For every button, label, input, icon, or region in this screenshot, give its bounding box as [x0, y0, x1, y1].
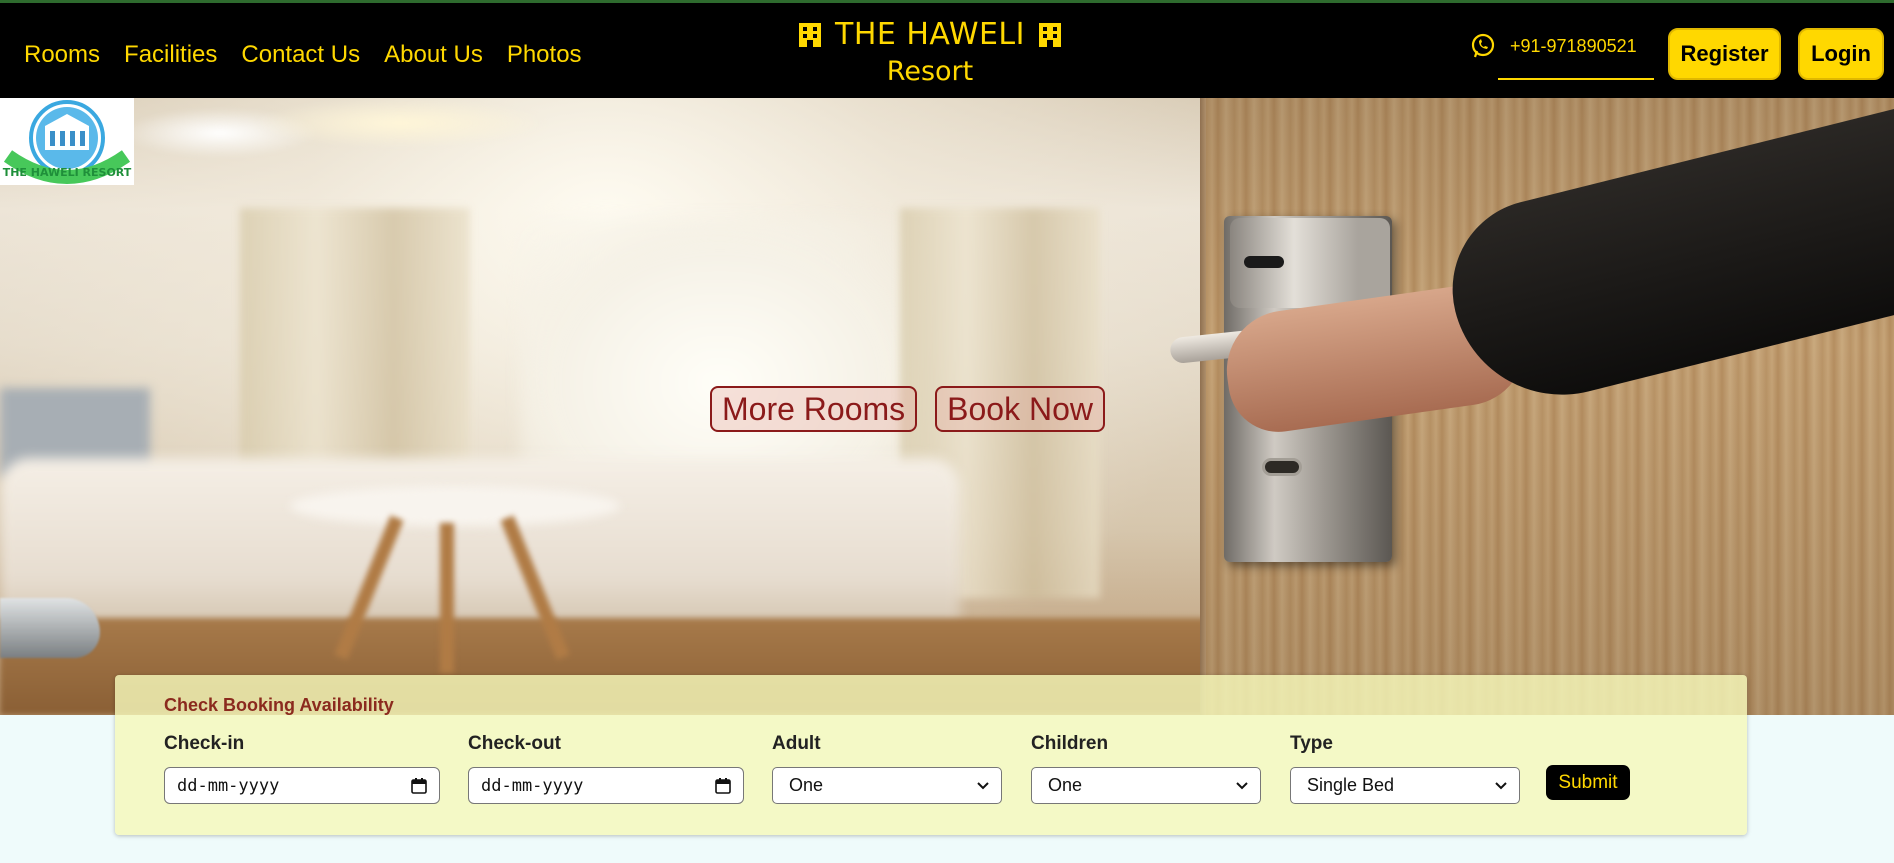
- checkout-field: Check-out dd-mm-yyyy: [468, 733, 744, 804]
- adult-field: Adult One: [772, 733, 1002, 804]
- login-button[interactable]: Login: [1798, 28, 1884, 80]
- phone-contact[interactable]: +91-971890521: [1470, 33, 1637, 59]
- type-field: Type Single Bed: [1290, 733, 1520, 804]
- navbar: Rooms Facilities Contact Us About Us Pho…: [0, 3, 1894, 98]
- nav-contact-us[interactable]: Contact Us: [241, 41, 360, 69]
- calendar-icon[interactable]: [715, 777, 731, 794]
- brand[interactable]: THE HAWELI Resort: [770, 17, 1090, 87]
- more-rooms-button[interactable]: More Rooms: [710, 386, 918, 432]
- children-field: Children One: [1031, 733, 1261, 804]
- resort-logo-image: THE HAWELI RESORT: [3, 100, 132, 184]
- checkin-input[interactable]: dd-mm-yyyy: [164, 767, 440, 804]
- logo-text: THE HAWELI RESORT: [3, 166, 132, 179]
- checkin-field: Check-in dd-mm-yyyy: [164, 733, 440, 804]
- checkin-label: Check-in: [164, 733, 245, 754]
- nav-facilities[interactable]: Facilities: [124, 41, 217, 69]
- phone-underline: [1498, 78, 1654, 80]
- checkout-value: dd-mm-yyyy: [481, 775, 584, 796]
- type-label: Type: [1290, 733, 1333, 754]
- checkin-value: dd-mm-yyyy: [177, 775, 280, 796]
- booking-title: Check Booking Availability: [164, 695, 394, 715]
- children-value: One: [1048, 775, 1083, 795]
- children-select[interactable]: One: [1031, 767, 1261, 804]
- resort-logo[interactable]: THE HAWELI RESORT: [0, 98, 134, 185]
- children-label: Children: [1031, 733, 1109, 754]
- checkout-input[interactable]: dd-mm-yyyy: [468, 767, 744, 804]
- brand-title: THE HAWELI: [835, 17, 1025, 52]
- booking-availability-form: Check Booking Availability Check-in dd-m…: [115, 675, 1747, 835]
- adult-select[interactable]: One: [772, 767, 1002, 804]
- nav-rooms[interactable]: Rooms: [24, 41, 100, 69]
- checkout-label: Check-out: [468, 733, 561, 754]
- nav-photos[interactable]: Photos: [507, 41, 582, 69]
- type-select[interactable]: Single Bed: [1290, 767, 1520, 804]
- hotel-building-icon: [1039, 22, 1061, 47]
- main-nav: Rooms Facilities Contact Us About Us Pho…: [24, 41, 582, 69]
- chevron-down-icon: [1236, 781, 1248, 789]
- register-button[interactable]: Register: [1668, 28, 1781, 80]
- brand-title-row: THE HAWELI: [770, 17, 1090, 52]
- nav-about-us[interactable]: About Us: [384, 41, 483, 69]
- submit-button[interactable]: Submit: [1546, 765, 1630, 800]
- adult-label: Adult: [772, 733, 821, 754]
- chevron-down-icon: [977, 781, 989, 789]
- phone-number: +91-971890521: [1510, 35, 1637, 56]
- brand-subtitle: Resort: [886, 56, 974, 87]
- hotel-building-icon: [799, 22, 821, 47]
- calendar-icon[interactable]: [411, 777, 427, 794]
- whatsapp-icon: [1471, 33, 1495, 58]
- hero-buttons: More Rooms Book Now: [710, 386, 1105, 432]
- adult-value: One: [789, 775, 824, 795]
- book-now-button[interactable]: Book Now: [935, 386, 1105, 432]
- type-value: Single Bed: [1307, 775, 1395, 795]
- chevron-down-icon: [1495, 781, 1507, 789]
